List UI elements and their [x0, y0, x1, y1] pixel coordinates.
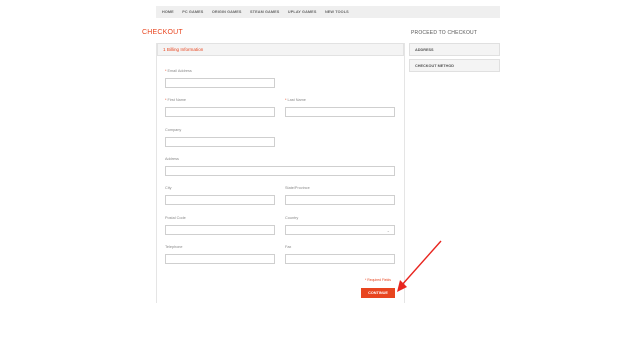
continue-button[interactable]: CONTINUE — [361, 288, 395, 298]
first-name-label-text: First Name — [167, 98, 187, 102]
first-name-label: *First Name — [165, 98, 186, 102]
city-field[interactable] — [165, 195, 275, 205]
address-field[interactable] — [165, 166, 395, 176]
email-label-text: Email Address — [167, 69, 192, 73]
first-name-field[interactable] — [165, 107, 275, 117]
telephone-field[interactable] — [165, 254, 275, 264]
nav-new-tools[interactable]: NEW TOOLS — [325, 10, 349, 14]
city-label: City — [165, 186, 172, 190]
postal-label: Postal Code — [165, 216, 186, 220]
country-select[interactable]: ⌄ — [285, 225, 395, 235]
last-name-label: *Last Name — [285, 98, 306, 102]
billing-header[interactable]: 1 Billing Information — [157, 43, 404, 56]
required-fields-note: * Required Fields — [365, 278, 392, 282]
sidebar-item-checkout-method[interactable]: CHECKOUT METHOD — [409, 59, 500, 72]
billing-header-label: 1 Billing Information — [163, 47, 204, 52]
nav-pc-games[interactable]: PC GAMES — [182, 10, 203, 14]
company-label: Company — [165, 128, 182, 132]
state-label: State/Province — [285, 186, 310, 190]
sidebar-title: PROCEED TO CHECKOUT — [411, 30, 478, 36]
fax-field[interactable] — [285, 254, 395, 264]
last-name-field[interactable] — [285, 107, 395, 117]
sidebar-item-address[interactable]: ADDRESS — [409, 43, 500, 56]
email-field[interactable] — [165, 78, 275, 88]
chevron-down-icon: ⌄ — [386, 228, 390, 233]
address-label: Address — [165, 157, 179, 161]
last-name-label-text: Last Name — [287, 98, 306, 102]
nav-uplay-games[interactable]: UPLAY GAMES — [288, 10, 317, 14]
postal-field[interactable] — [165, 225, 275, 235]
fax-label: Fax — [285, 245, 292, 249]
nav-home[interactable]: HOME — [162, 10, 174, 14]
nav-steam-games[interactable]: STEAM GAMES — [250, 10, 279, 14]
email-label: *Email Address — [165, 69, 192, 73]
page-title: CHECKOUT — [142, 29, 183, 36]
country-label: Country — [285, 216, 299, 220]
company-field[interactable] — [165, 137, 275, 147]
nav-origin-games[interactable]: ORIGIN GAMES — [212, 10, 242, 14]
telephone-label: Telephone — [165, 245, 183, 249]
top-nav: HOME PC GAMES ORIGIN GAMES STEAM GAMES U… — [156, 6, 500, 18]
arrow-shaft — [400, 240, 442, 287]
state-field[interactable] — [285, 195, 395, 205]
